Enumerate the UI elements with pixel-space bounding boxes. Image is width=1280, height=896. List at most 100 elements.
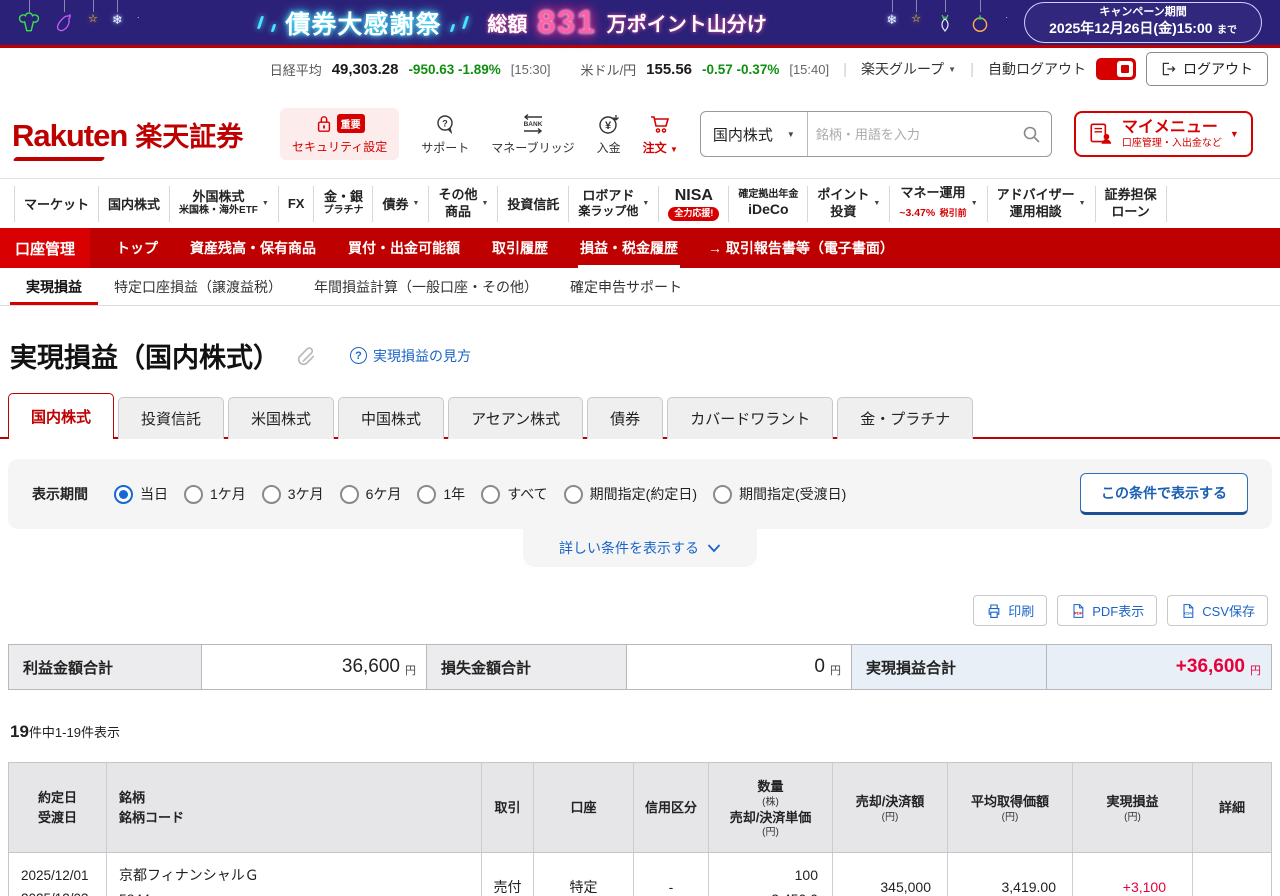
nav-collateral-loan[interactable]: 証券担保ローン xyxy=(1095,186,1167,222)
period-6month[interactable]: 6ケ月 xyxy=(340,484,402,504)
nav-domestic-stock[interactable]: 国内株式 xyxy=(98,186,169,222)
nav-point-invest[interactable]: ポイント投資 ▼ xyxy=(807,186,889,222)
trade-date: 2025/12/01 xyxy=(21,865,89,888)
caret-down-icon: ▼ xyxy=(1230,129,1239,139)
trade-type: 売付 xyxy=(494,877,522,896)
print-button[interactable]: 印刷 xyxy=(973,595,1047,626)
period-range-trade-date[interactable]: 期間指定(約定日) xyxy=(564,484,697,504)
pl-help-link[interactable]: ? 実現損益の見方 xyxy=(350,346,471,366)
bank-transfer-icon: BANK xyxy=(518,113,548,135)
tab-domestic-stock[interactable]: 国内株式 xyxy=(8,393,114,439)
nav-label: 外国株式 xyxy=(192,189,244,205)
search-icon[interactable] xyxy=(1021,124,1051,144)
realized-pl-table: 約定日 受渡日 銘柄 銘柄コード 取引 口座 信用区分 数量 (株) 売却/決済… xyxy=(8,762,1272,896)
svg-text:?: ? xyxy=(443,118,449,128)
radio xyxy=(481,485,500,504)
nav-mutual-funds[interactable]: 投資信託 xyxy=(497,186,568,222)
caret-down-icon: ▼ xyxy=(642,200,649,207)
subnav-specific-account[interactable]: 特定口座損益（譲渡益税） xyxy=(98,268,298,305)
campaign-banner[interactable]: ☆ ❄ · 債券大感謝祭 総額 831 万ポイント山分け ❄ ☆ · キャンペー… xyxy=(0,0,1280,48)
support-link[interactable]: ? サポート xyxy=(421,113,469,156)
nav-gold-platinum[interactable]: 金・銀プラチナ xyxy=(313,186,372,222)
tomato-icon xyxy=(969,12,991,34)
acct-nav-history[interactable]: 取引履歴 xyxy=(476,228,564,268)
period-today[interactable]: 当日 xyxy=(114,484,168,504)
mymenu-button[interactable]: マイメニュー 口座管理・入出金など ▼ xyxy=(1074,111,1253,156)
deposit-link[interactable]: ¥ 入金 xyxy=(597,113,621,156)
nav-foreign-stock[interactable]: 外国株式米国株・海外ETF ▼ xyxy=(169,186,278,222)
search-input[interactable] xyxy=(808,127,1021,142)
question-circle-icon: ? xyxy=(350,347,367,364)
search-category-value: 国内株式 xyxy=(713,124,773,145)
period-all[interactable]: すべて xyxy=(481,484,547,504)
print-label: 印刷 xyxy=(1008,601,1034,620)
stock-name[interactable]: 京都フィナンシャルＧ xyxy=(119,864,259,888)
nav-label: 確定拠出年金 xyxy=(738,189,798,202)
tab-gold-platinum[interactable]: 金・プラチナ xyxy=(837,397,973,439)
nav-money-management[interactable]: マネー運用 ~3.47% 税引前 ▼ xyxy=(889,186,986,222)
nav-roboad[interactable]: ロボアド楽ラップ他 ▼ xyxy=(568,186,658,222)
acct-nav-top[interactable]: トップ xyxy=(100,228,174,268)
period-3month[interactable]: 3ケ月 xyxy=(262,484,324,504)
period-1month[interactable]: 1ケ月 xyxy=(184,484,246,504)
printer-icon xyxy=(986,603,1002,619)
nav-bonds[interactable]: 債券 ▼ xyxy=(372,186,428,222)
subnav-tax-support[interactable]: 確定申告サポート xyxy=(554,268,698,305)
col-trade-date: 約定日 xyxy=(38,788,77,808)
rakuten-group-dropdown[interactable]: 楽天グループ ▼ xyxy=(861,59,956,79)
nav-other-products[interactable]: その他商品 ▼ xyxy=(428,186,497,222)
nav-nisa[interactable]: NISA全力応援! xyxy=(658,186,728,222)
security-settings-link[interactable]: 重要 セキュリティ設定 xyxy=(280,108,399,160)
account-management-title[interactable]: 口座管理 xyxy=(0,228,90,268)
csv-label: CSV保存 xyxy=(1202,601,1255,620)
cell-detail[interactable] xyxy=(1192,853,1271,896)
yen-unit: 円 xyxy=(1250,657,1261,678)
tab-bonds[interactable]: 債券 xyxy=(587,397,663,439)
realized-pl-total-label: 実現損益合計 xyxy=(851,645,1046,689)
auto-logout-toggle[interactable] xyxy=(1096,58,1136,80)
pdf-button[interactable]: PDF PDF表示 xyxy=(1057,595,1157,626)
caret-down-icon: ▼ xyxy=(873,200,880,207)
tab-china-stock[interactable]: 中国株式 xyxy=(338,397,444,439)
main-nav: マーケット 国内株式 外国株式米国株・海外ETF ▼ FX 金・銀プラチナ 債券… xyxy=(0,178,1280,228)
period-range-settle-date[interactable]: 期間指定(受渡日) xyxy=(713,484,846,504)
tab-covered-warrant[interactable]: カバードワラント xyxy=(667,397,833,439)
nav-sublabel: 米国株・海外ETF xyxy=(179,205,258,218)
rakuten-logo[interactable]: Rakuten 楽天証券 xyxy=(12,115,280,154)
logout-label: ログアウト xyxy=(1183,59,1253,79)
tab-mutual-funds[interactable]: 投資信託 xyxy=(118,397,224,439)
acct-nav-pl-tax[interactable]: 損益・税金履歴 xyxy=(564,228,694,268)
nikkei-time: [15:30] xyxy=(511,62,551,77)
col-pl-label: 実現損益 xyxy=(1106,792,1158,812)
sparkle-dot: · xyxy=(137,12,140,22)
nav-ideco[interactable]: 確定拠出年金iDeCo xyxy=(728,186,807,222)
order-link[interactable]: 注文 ▼ xyxy=(643,113,678,156)
nav-market[interactable]: マーケット xyxy=(14,186,98,222)
subnav-realized-pl[interactable]: 実現損益 xyxy=(10,268,98,305)
acct-nav-reports[interactable]: → 取引報告書等（電子書面） xyxy=(694,228,908,268)
nav-advisor[interactable]: アドバイザー運用相談 ▼ xyxy=(987,186,1095,222)
apply-filter-button[interactable]: この条件で表示する xyxy=(1080,473,1248,515)
logout-button[interactable]: ログアウト xyxy=(1146,52,1268,86)
subnav-annual-calc[interactable]: 年間損益計算（一般口座・その他） xyxy=(298,268,554,305)
period-1year[interactable]: 1年 xyxy=(417,484,465,504)
title-block: 実現損益（国内株式） ? 実現損益の見方 xyxy=(10,336,1280,375)
detailed-conditions-link[interactable]: 詳しい条件を表示する xyxy=(523,529,757,567)
tab-us-stock[interactable]: 米国株式 xyxy=(228,397,334,439)
csv-button[interactable]: CSV CSV保存 xyxy=(1167,595,1268,626)
search-category-select[interactable]: 国内株式 ▼ xyxy=(701,112,808,156)
col-margin-label: 信用区分 xyxy=(645,798,697,818)
nav-fx[interactable]: FX xyxy=(278,186,314,222)
nav-rate: ~3.47% xyxy=(899,207,935,219)
moneybridge-link[interactable]: BANK マネーブリッジ xyxy=(491,113,574,156)
tab-asean-stock[interactable]: アセアン株式 xyxy=(448,397,583,439)
col-unit-price-unit: (円) xyxy=(762,827,779,838)
cell-realized-pl: +3,100 xyxy=(1072,853,1192,896)
market-ticker: 日経平均 49,303.28 -950.63 -1.89% [15:30] 米ド… xyxy=(0,48,1280,90)
svg-text:¥: ¥ xyxy=(605,120,612,132)
paperclip-icon[interactable] xyxy=(296,345,318,367)
nikkei-label: 日経平均 xyxy=(270,60,322,79)
acct-nav-balance[interactable]: 資産残高・保有商品 xyxy=(174,228,332,268)
yen-unit: 円 xyxy=(405,657,416,678)
acct-nav-available[interactable]: 買付・出金可能額 xyxy=(332,228,476,268)
